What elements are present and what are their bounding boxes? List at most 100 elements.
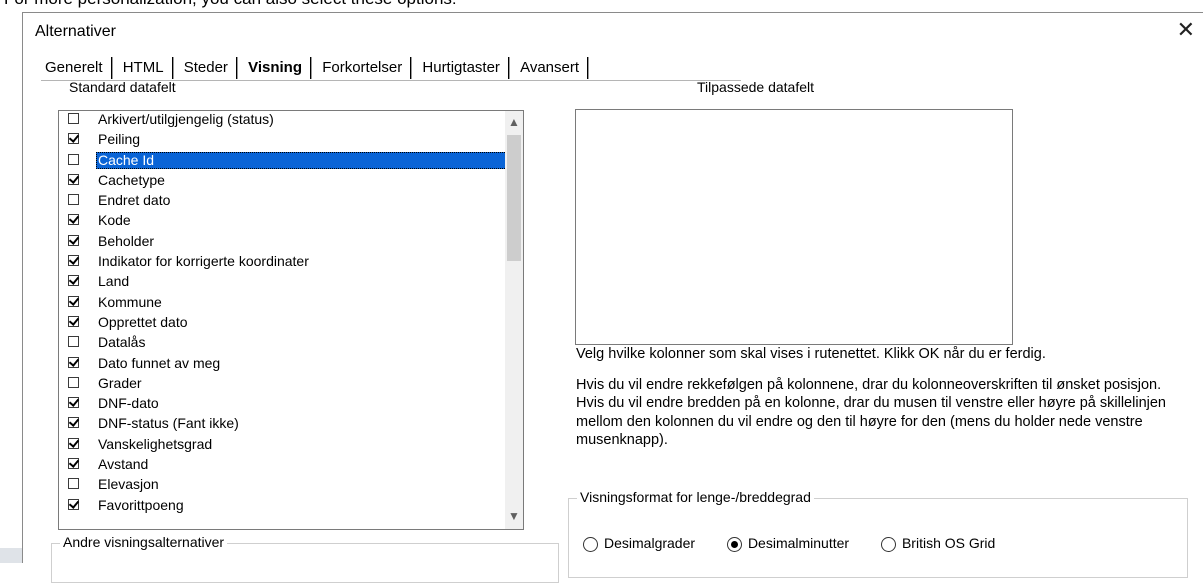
tab-forkortelser[interactable]: Forkortelser bbox=[314, 57, 413, 79]
tab-generelt[interactable]: Generelt bbox=[37, 57, 113, 79]
checkbox-checked-icon[interactable] bbox=[68, 458, 79, 470]
custom-fields-list[interactable] bbox=[575, 109, 1013, 345]
scroll-down-icon[interactable]: ▼ bbox=[508, 509, 520, 523]
tab-html[interactable]: HTML bbox=[115, 57, 174, 79]
list-item[interactable]: Datalås bbox=[59, 334, 523, 354]
list-item-label: Endret dato bbox=[98, 192, 171, 209]
list-item[interactable]: Beholder bbox=[59, 233, 523, 253]
checkbox-checked-icon[interactable] bbox=[68, 498, 79, 510]
tab-steder[interactable]: Steder bbox=[176, 57, 238, 79]
list-item-label: Favorittpoeng bbox=[98, 496, 184, 513]
help-paragraph-2: Hvis du vil endre rekkefølgen på kolonne… bbox=[576, 376, 1166, 449]
list-item-label: Datalås bbox=[98, 334, 146, 351]
list-item[interactable]: Dato funnet av meg bbox=[59, 355, 523, 375]
checkbox-icon[interactable] bbox=[68, 336, 79, 348]
list-item[interactable]: Favorittpoeng bbox=[59, 497, 523, 517]
tab-label: Generelt bbox=[45, 59, 103, 76]
checkbox-checked-icon[interactable] bbox=[68, 295, 79, 307]
standard-fields-list[interactable]: Arkivert/utilgjengelig (status) Peiling Ca… bbox=[58, 110, 524, 530]
tab-label: Visning bbox=[248, 59, 303, 76]
custom-fields-label: Tilpassede datafelt bbox=[697, 79, 814, 95]
list-item-label: DNF-dato bbox=[98, 395, 159, 412]
tab-label: Steder bbox=[183, 59, 228, 76]
tab-avansert[interactable]: Avansert bbox=[512, 57, 590, 79]
list-item[interactable]: Elevasjon bbox=[59, 476, 523, 496]
list-item[interactable]: Arkivert/utilgjengelig (status) bbox=[59, 111, 523, 131]
tab-label: HTML bbox=[122, 59, 164, 76]
checkbox-checked-icon[interactable] bbox=[68, 437, 79, 449]
help-paragraph-1: Velg hvilke kolonner som skal vises i ru… bbox=[576, 346, 1046, 362]
list-item-label: Peiling bbox=[98, 131, 141, 148]
tab-separator bbox=[507, 57, 510, 79]
list-items: Arkivert/utilgjengelig (status) Peiling Ca… bbox=[59, 111, 523, 517]
list-item[interactable]: DNF-dato bbox=[59, 395, 523, 415]
latlon-format-options: Desimalgrader Desimalminutter British OS… bbox=[583, 535, 1023, 552]
list-item-label: DNF-status (Fant ikke) bbox=[98, 415, 239, 432]
list-item[interactable]: Grader bbox=[59, 375, 523, 395]
list-item-label: Avstand bbox=[98, 456, 149, 473]
other-options-title: Andre visningsalternativer bbox=[60, 534, 228, 550]
checkbox-checked-icon[interactable] bbox=[68, 397, 79, 409]
tab-label: Hurtigtaster bbox=[422, 59, 500, 76]
options-dialog: Alternativer ✕ Generelt HTML Steder Visn… bbox=[22, 12, 1203, 583]
dialog-title: Alternativer bbox=[35, 23, 116, 40]
other-options-group: Andre visningsalternativer bbox=[51, 534, 559, 583]
checkbox-icon[interactable] bbox=[68, 194, 79, 206]
tab-label: Avansert bbox=[520, 59, 580, 76]
checkbox-checked-icon[interactable] bbox=[68, 173, 79, 185]
list-item[interactable]: DNF-status (Fant ikke) bbox=[59, 415, 523, 435]
checkbox-checked-icon[interactable] bbox=[68, 417, 79, 429]
tab-visning[interactable]: Visning bbox=[240, 57, 313, 79]
checkbox-icon[interactable] bbox=[68, 376, 79, 388]
checkbox-checked-icon[interactable] bbox=[68, 234, 79, 246]
close-icon[interactable]: ✕ bbox=[1177, 19, 1195, 41]
checkbox-checked-icon[interactable] bbox=[68, 214, 79, 226]
radio-icon bbox=[880, 536, 896, 552]
checkbox-checked-icon[interactable] bbox=[68, 275, 79, 287]
list-item[interactable]: Kommune bbox=[59, 294, 523, 314]
list-item-label: Vanskelighetsgrad bbox=[98, 435, 213, 452]
list-item[interactable]: Land bbox=[59, 273, 523, 293]
checkbox-checked-icon[interactable] bbox=[68, 315, 79, 327]
list-item[interactable]: Vanskelighetsgrad bbox=[59, 436, 523, 456]
latlon-format-group: Visningsformat for lenge-/breddegrad Des… bbox=[568, 489, 1188, 578]
radio-label: Desimalminutter bbox=[747, 535, 850, 551]
list-item-label: Elevasjon bbox=[98, 476, 159, 493]
list-item[interactable]: Cachetype bbox=[59, 172, 523, 192]
radio-option-desimalgrader[interactable]: Desimalgrader bbox=[583, 535, 695, 552]
checkbox-checked-icon[interactable] bbox=[68, 133, 79, 145]
list-item[interactable]: Avstand bbox=[59, 456, 523, 476]
background-text: For more personalization, you can also s… bbox=[4, 0, 457, 9]
tab-separator bbox=[110, 57, 113, 79]
list-item[interactable]: Opprettet dato bbox=[59, 314, 523, 334]
tab-separator bbox=[171, 57, 174, 79]
checkbox-icon[interactable] bbox=[68, 113, 79, 124]
radio-label: British OS Grid bbox=[901, 535, 996, 551]
checkbox-icon[interactable] bbox=[68, 478, 79, 490]
checkbox-checked-icon[interactable] bbox=[68, 255, 79, 267]
tab-separator bbox=[310, 57, 313, 79]
tab-separator bbox=[587, 57, 590, 79]
list-item[interactable]: Endret dato bbox=[59, 192, 523, 212]
tab-separator bbox=[410, 57, 413, 79]
tab-hurtigtaster[interactable]: Hurtigtaster bbox=[414, 57, 510, 79]
list-item[interactable]: Indikator for korrigerte koordinater bbox=[59, 253, 523, 273]
checkbox-icon[interactable] bbox=[68, 153, 79, 165]
list-item[interactable]: Cache Id bbox=[59, 151, 523, 172]
vertical-scrollbar[interactable]: ▲ ▼ bbox=[505, 111, 523, 529]
scrollbar-thumb[interactable] bbox=[507, 135, 521, 261]
tab-bar: Generelt HTML Steder Visning Forkortelse… bbox=[37, 57, 590, 79]
radio-icon bbox=[583, 536, 598, 552]
scroll-up-icon[interactable]: ▲ bbox=[508, 115, 520, 129]
list-item[interactable]: Peiling bbox=[59, 131, 523, 151]
list-item-label: Indikator for korrigerte koordinater bbox=[98, 253, 309, 270]
radio-option-british-os-grid[interactable]: British OS Grid bbox=[880, 535, 996, 552]
tab-label: Forkortelser bbox=[322, 59, 403, 76]
checkbox-checked-icon[interactable] bbox=[68, 356, 79, 368]
latlon-format-title: Visningsformat for lenge-/breddegrad bbox=[577, 489, 814, 505]
radio-selected-icon bbox=[726, 536, 742, 552]
list-item-label: Grader bbox=[98, 374, 142, 391]
standard-fields-label: Standard datafelt bbox=[69, 79, 176, 95]
radio-option-desimalminutter[interactable]: Desimalminutter bbox=[726, 535, 850, 552]
list-item[interactable]: Kode bbox=[59, 212, 523, 232]
